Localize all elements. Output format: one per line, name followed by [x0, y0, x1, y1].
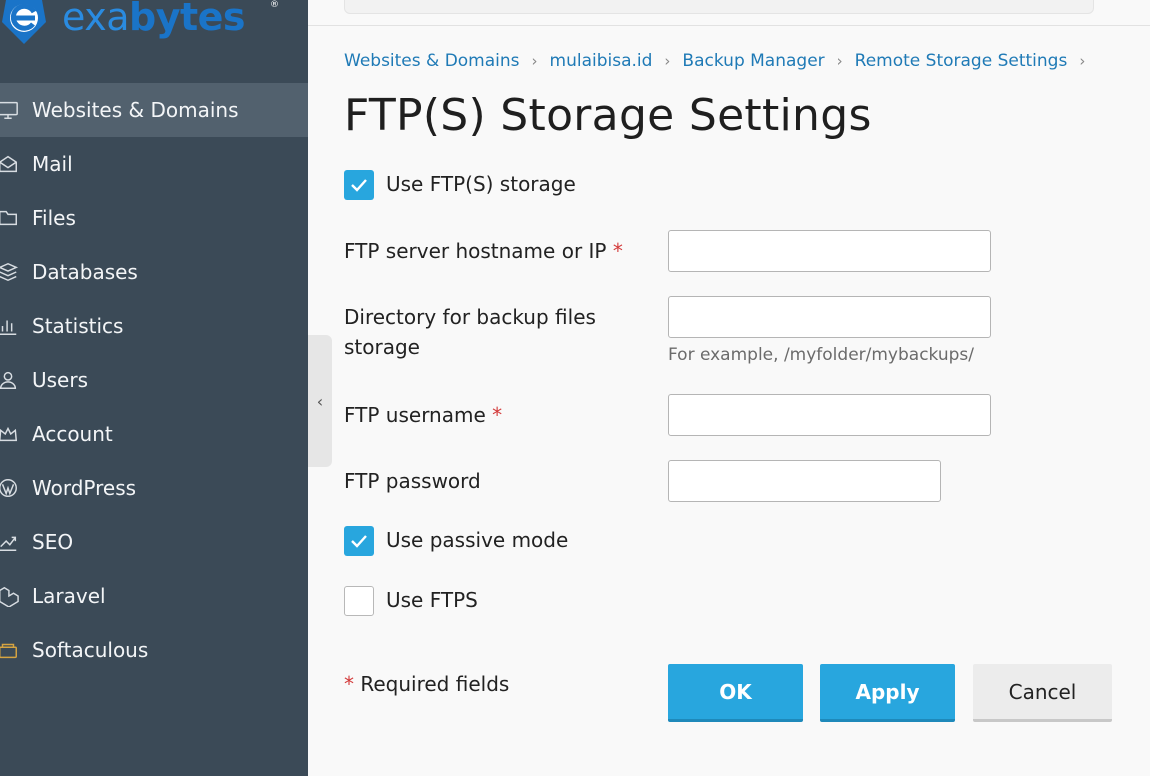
required-fields-note: * Required fields: [344, 672, 510, 696]
sidebar-item-statistics[interactable]: Statistics: [0, 299, 308, 353]
passive-mode-checkbox[interactable]: [344, 526, 374, 556]
sidebar-item-users[interactable]: Users: [0, 353, 308, 407]
apply-button[interactable]: Apply: [820, 664, 955, 722]
sidebar-collapse-button[interactable]: ‹: [308, 335, 332, 467]
statistics-icon: [0, 314, 20, 338]
sidebar-item-databases[interactable]: Databases: [0, 245, 308, 299]
brand-name: exabytes: [62, 0, 246, 39]
sidebar-item-label: Statistics: [32, 314, 124, 338]
use-ftp-storage-checkbox[interactable]: [344, 170, 374, 200]
hostname-label: FTP server hostname or IP *: [344, 239, 623, 263]
breadcrumb-link-websites-domains[interactable]: Websites & Domains: [344, 51, 520, 71]
brand-logo[interactable]: exabytes ®: [0, 0, 308, 50]
required-star: *: [492, 403, 503, 427]
wordpress-icon: [0, 476, 20, 500]
sidebar-item-label: Mail: [32, 152, 73, 176]
registered-mark: ®: [270, 0, 279, 10]
sidebar: exabytes ® Websites & Domains Mail Files…: [0, 0, 308, 776]
required-star: *: [612, 239, 623, 263]
checkmark-icon: [351, 179, 367, 192]
sidebar-item-label: Databases: [32, 260, 138, 284]
password-input[interactable]: [668, 460, 941, 502]
sidebar-item-label: Users: [32, 368, 89, 392]
monitor-icon: [0, 98, 20, 122]
use-ftps-label: Use FTPS: [386, 588, 478, 612]
sidebar-item-label: WordPress: [32, 476, 137, 500]
hostname-input[interactable]: [668, 230, 991, 272]
folder-icon: [0, 206, 20, 230]
database-icon: [0, 260, 20, 284]
sidebar-item-mail[interactable]: Mail: [0, 137, 308, 191]
sidebar-item-seo[interactable]: SEO: [0, 515, 308, 569]
breadcrumb-link-backup-manager[interactable]: Backup Manager: [682, 51, 824, 71]
sidebar-item-softaculous[interactable]: Softaculous: [0, 623, 308, 677]
softaculous-icon: [0, 638, 20, 662]
breadcrumb-separator-icon: ›: [836, 52, 843, 70]
directory-label: Directory for backup files storage: [344, 305, 596, 359]
use-ftp-storage-label: Use FTP(S) storage: [386, 172, 576, 196]
breadcrumb: Websites & Domains › mulaibisa.id › Back…: [344, 51, 1097, 71]
sidebar-item-label: Softaculous: [32, 638, 149, 662]
ok-button[interactable]: OK: [668, 664, 803, 722]
passive-mode-label: Use passive mode: [386, 528, 569, 552]
sidebar-item-files[interactable]: Files: [0, 191, 308, 245]
sidebar-item-label: Laravel: [32, 584, 106, 608]
sidebar-item-label: Account: [32, 422, 113, 446]
breadcrumb-separator-icon: ›: [664, 52, 671, 70]
crown-icon: [0, 422, 20, 446]
page-title: FTP(S) Storage Settings: [344, 90, 872, 141]
seo-chart-icon: [0, 530, 20, 554]
breadcrumb-separator-icon: ›: [531, 52, 538, 70]
cancel-button[interactable]: Cancel: [973, 664, 1112, 722]
sidebar-item-laravel[interactable]: Laravel: [0, 569, 308, 623]
breadcrumb-link-remote-storage-settings[interactable]: Remote Storage Settings: [855, 51, 1068, 71]
sidebar-item-wordpress[interactable]: WordPress: [0, 461, 308, 515]
username-label: FTP username *: [344, 403, 503, 427]
user-icon: [0, 368, 20, 392]
breadcrumb-link-domain[interactable]: mulaibisa.id: [550, 51, 653, 71]
sidebar-nav: Websites & Domains Mail Files Databases …: [0, 83, 308, 677]
mail-icon: [0, 152, 20, 176]
exabytes-logo-icon: [2, 0, 46, 44]
breadcrumb-separator-icon: ›: [1079, 52, 1086, 70]
sidebar-item-label: SEO: [32, 530, 74, 554]
search-bar[interactable]: [344, 0, 1094, 14]
username-input[interactable]: [668, 394, 991, 436]
sidebar-item-account[interactable]: Account: [0, 407, 308, 461]
sidebar-item-websites-domains[interactable]: Websites & Domains: [0, 83, 308, 137]
sidebar-item-label: Websites & Domains: [32, 98, 239, 122]
use-ftps-checkbox[interactable]: [344, 586, 374, 616]
header-divider: [308, 25, 1150, 26]
directory-input[interactable]: [668, 296, 991, 338]
checkmark-icon: [351, 535, 367, 548]
directory-hint: For example, /myfolder/mybackups/: [668, 345, 975, 365]
chevron-left-icon: ‹: [316, 391, 324, 411]
laravel-icon: [0, 584, 20, 608]
sidebar-item-label: Files: [32, 206, 76, 230]
password-label: FTP password: [344, 469, 481, 493]
